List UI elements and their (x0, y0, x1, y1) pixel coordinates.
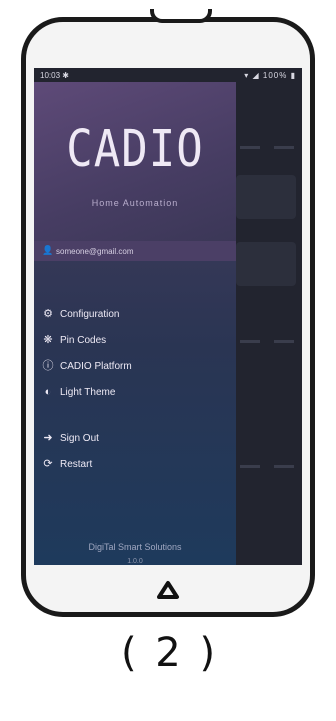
app-divider (274, 340, 294, 343)
menu-item-pin-codes[interactable]: ❋ Pin Codes (34, 330, 236, 352)
drawer-footer: DigiTal Smart Solutions (88, 542, 182, 552)
menu-item-label: Restart (60, 459, 93, 470)
phone-top-notch (150, 9, 212, 23)
status-bar: 10:03 ✱ ▾ ◢ 100% ▮ (34, 68, 302, 82)
account-row[interactable]: 👤 someone@gmail.com (34, 241, 236, 261)
menu-item-label: Sign Out (60, 433, 99, 444)
app-divider (240, 340, 260, 343)
brand-subtitle: Home Automation (91, 198, 179, 208)
menu-item-restart[interactable]: ⟳ Restart (34, 454, 236, 476)
home-button[interactable] (138, 570, 198, 608)
drawer-header: CADIO Home Automation (34, 82, 236, 241)
gear-icon: ⚙ (43, 308, 53, 320)
restart-icon: ⟳ (43, 458, 53, 470)
figure-caption: ( 2 ) (120, 630, 216, 676)
app-divider (240, 146, 260, 149)
menu-item-sign-out[interactable]: ➜ Sign Out (34, 428, 236, 450)
user-icon: 👤 (42, 245, 54, 255)
phone-screen: 10:03 ✱ ▾ ◢ 100% ▮ CADIO Home Automation… (34, 68, 302, 565)
menu-item-label: Configuration (60, 309, 120, 320)
status-icons: ▾ ◢ 100% ▮ (244, 71, 296, 80)
menu-item-cadio-platform[interactable]: ⓘ CADIO Platform (34, 356, 236, 378)
menu-item-configuration[interactable]: ⚙ Configuration (34, 304, 236, 326)
navigation-drawer: CADIO Home Automation 👤 someone@gmail.co… (34, 82, 236, 565)
menu-item-light-theme[interactable]: ◐ Light Theme (34, 382, 236, 404)
app-divider (274, 465, 294, 468)
app-divider (240, 465, 260, 468)
theme-icon: ◐ (44, 386, 52, 398)
info-icon: ⓘ (42, 360, 54, 372)
sign-out-icon: ➜ (43, 432, 53, 444)
app-card[interactable] (236, 175, 296, 219)
pin-icon: ❋ (43, 334, 53, 346)
account-email: someone@gmail.com (56, 247, 134, 256)
menu-item-label: Light Theme (60, 387, 116, 398)
home-icon (157, 581, 179, 599)
page: 10:03 ✱ ▾ ◢ 100% ▮ CADIO Home Automation… (0, 0, 336, 721)
menu-item-label: Pin Codes (60, 335, 107, 346)
app-card[interactable] (236, 242, 296, 286)
status-time: 10:03 ✱ (40, 71, 69, 80)
menu-item-label: CADIO Platform (60, 361, 132, 372)
brand-logo-title: CADIO (66, 120, 204, 179)
app-divider (274, 146, 294, 149)
app-version: 1.0.0 (127, 558, 143, 565)
